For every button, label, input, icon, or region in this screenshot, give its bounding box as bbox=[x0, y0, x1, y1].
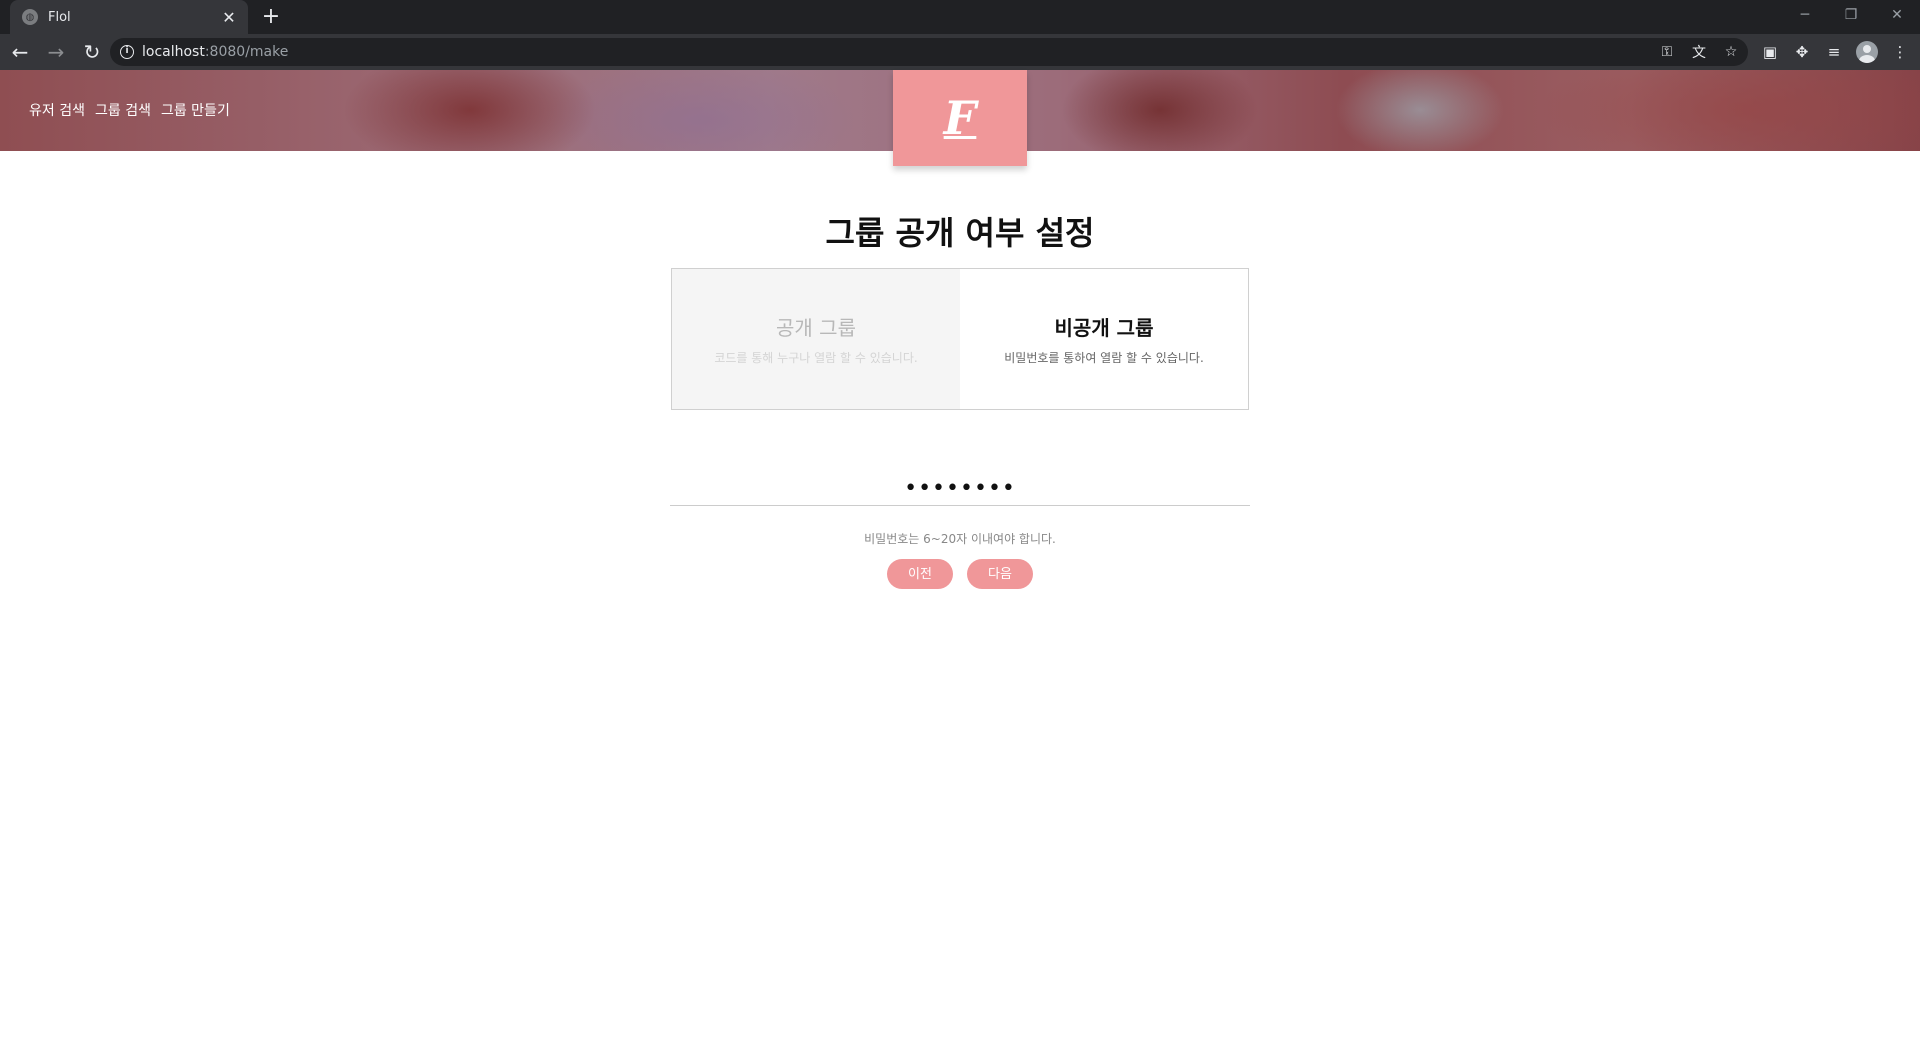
menu-icon[interactable]: ⋮ bbox=[1890, 42, 1910, 62]
close-window-button[interactable]: ✕ bbox=[1874, 0, 1920, 30]
nav-group-create[interactable]: 그룹 만들기 bbox=[161, 100, 230, 120]
back-arrow-icon[interactable]: ← bbox=[4, 36, 36, 68]
new-tab-button[interactable]: + bbox=[258, 4, 284, 30]
site-logo[interactable]: F bbox=[893, 70, 1027, 166]
page-title: 그룹 공개 여부 설정 bbox=[825, 214, 1095, 252]
page-viewport: 유저 검색 그룹 검색 그룹 만들기 F 그룹 공개 여부 설정 공개 그룹 코… bbox=[0, 70, 1920, 1050]
translate-icon[interactable]: 文 bbox=[1690, 42, 1708, 62]
forward-arrow-icon[interactable]: → bbox=[40, 36, 72, 68]
nav-group-search[interactable]: 그룹 검색 bbox=[95, 100, 151, 120]
star-icon[interactable]: ☆ bbox=[1722, 44, 1740, 60]
next-button[interactable]: 다음 bbox=[967, 559, 1033, 589]
reload-icon[interactable]: ↻ bbox=[76, 36, 108, 68]
globe-icon: ◍ bbox=[22, 9, 38, 25]
url-path: :8080/make bbox=[204, 44, 289, 60]
address-bar[interactable]: i localhost:8080/make ⚿ 文 ☆ bbox=[110, 38, 1748, 66]
nav-user-search[interactable]: 유저 검색 bbox=[29, 100, 85, 120]
private-group-desc: 비밀번호를 통하여 열람 할 수 있습니다. bbox=[1004, 351, 1204, 365]
password-field[interactable] bbox=[670, 472, 1250, 506]
minimize-button[interactable]: ─ bbox=[1782, 0, 1828, 30]
tab-title: Flol bbox=[48, 9, 71, 25]
public-group-title: 공개 그룹 bbox=[776, 316, 856, 340]
info-icon[interactable]: i bbox=[120, 45, 134, 59]
top-nav: 유저 검색 그룹 검색 그룹 만들기 bbox=[29, 100, 230, 120]
window-controls: ─ ❐ ✕ bbox=[1782, 0, 1920, 30]
address-bar-icons: ⚿ 文 ☆ bbox=[1658, 38, 1740, 66]
puzzle-icon[interactable]: ✥ bbox=[1792, 42, 1812, 62]
private-group-option[interactable]: 비공개 그룹 비밀번호를 통하여 열람 할 수 있습니다. bbox=[960, 269, 1248, 409]
browser-toolbar: ← → ↻ i localhost:8080/make ⚿ 文 ☆ ▣ ✥ ≡ … bbox=[0, 34, 1920, 70]
media-icon[interactable]: ≡ bbox=[1824, 42, 1844, 62]
profile-icon[interactable] bbox=[1856, 41, 1878, 63]
step-buttons: 이전 다음 bbox=[0, 559, 1920, 589]
logo-letter: F bbox=[943, 91, 977, 145]
public-group-option[interactable]: 공개 그룹 코드를 통해 누구나 열람 할 수 있습니다. bbox=[672, 269, 960, 409]
prev-button[interactable]: 이전 bbox=[887, 559, 953, 589]
browser-tab[interactable]: ◍ Flol ✕ bbox=[10, 0, 248, 34]
close-tab-icon[interactable]: ✕ bbox=[220, 8, 238, 27]
browser-tabstrip: ◍ Flol ✕ + ─ ❐ ✕ bbox=[0, 0, 1920, 34]
password-hint: 비밀번호는 6~20자 이내여야 합니다. bbox=[864, 532, 1056, 546]
private-group-title: 비공개 그룹 bbox=[1054, 316, 1154, 340]
key-icon[interactable]: ⚿ bbox=[1658, 44, 1676, 60]
restore-button[interactable]: ❐ bbox=[1828, 0, 1874, 30]
visibility-choice: 공개 그룹 코드를 통해 누구나 열람 할 수 있습니다. 비공개 그룹 비밀번… bbox=[671, 268, 1249, 410]
public-group-desc: 코드를 통해 누구나 열람 할 수 있습니다. bbox=[714, 351, 918, 365]
extension-icons: ▣ ✥ ≡ ⋮ bbox=[1760, 38, 1910, 66]
url-host: localhost bbox=[142, 44, 205, 60]
extension-badge-icon[interactable]: ▣ bbox=[1760, 42, 1780, 62]
